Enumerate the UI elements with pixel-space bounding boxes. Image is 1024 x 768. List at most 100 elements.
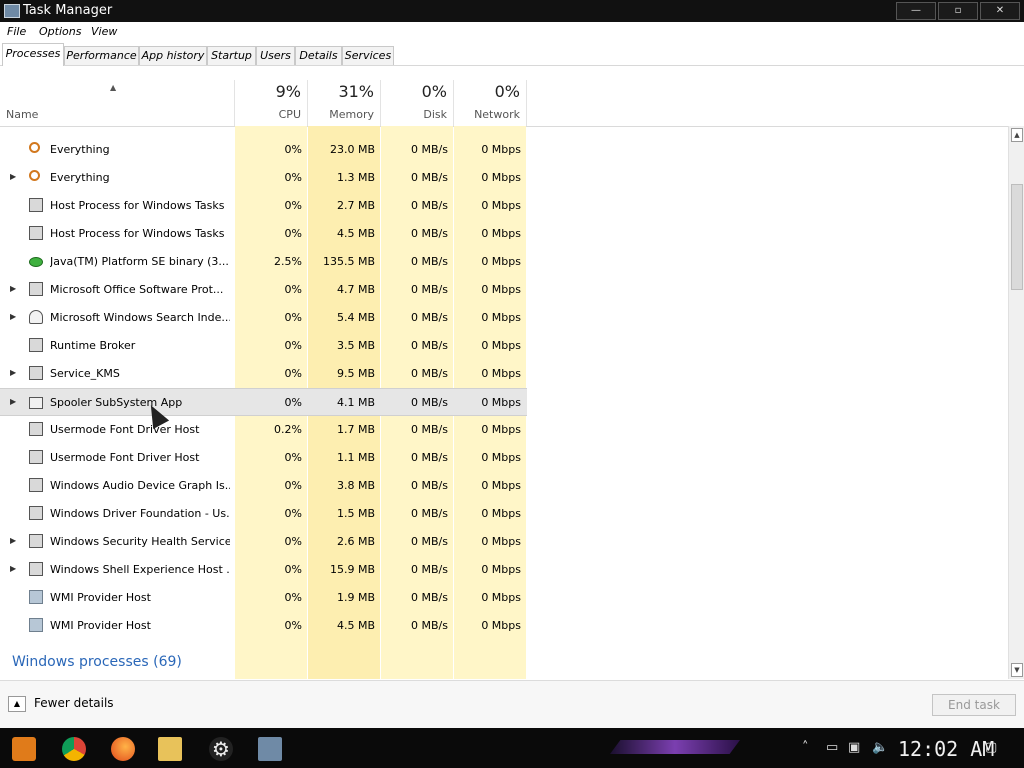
expand-arrow-icon[interactable]: ▶ (10, 312, 16, 321)
process-row[interactable]: Host Process for Windows Tasks 0% 2.7 MB 0 … (0, 192, 527, 220)
disk-value: 0 MB/s (411, 143, 448, 156)
task-manager-icon (4, 4, 20, 18)
chrome-icon[interactable] (62, 737, 86, 761)
process-row[interactable]: Windows Audio Device Graph Is... 0% 3.8 MB… (0, 472, 527, 500)
disk-value: 0 MB/s (411, 311, 448, 324)
expand-arrow-icon[interactable]: ▶ (10, 536, 16, 545)
disk-value: 0 MB/s (411, 171, 448, 184)
minimize-button[interactable]: — (896, 2, 936, 20)
process-row[interactable]: Usermode Font Driver Host 0% 1.1 MB 0 MB/s 0… (0, 444, 527, 472)
column-header-cpu[interactable]: 9% CPU (234, 80, 307, 126)
tab-performance[interactable]: Performance (64, 46, 139, 65)
cpu-value: 0% (284, 311, 302, 324)
tab-services[interactable]: Services (342, 46, 394, 65)
memory-value: 1.5 MB (336, 507, 375, 520)
process-row[interactable]: ▶ Service_KMS 0% 9.5 MB 0 MB/s 0 Mbps (0, 360, 527, 388)
process-row[interactable]: ▶ Windows Shell Experience Host ... 0% 15.9… (0, 556, 527, 584)
process-name: Windows Security Health Service (50, 535, 230, 548)
process-row[interactable]: Host Process for Windows Tasks 0% 4.5 MB 0 … (0, 220, 527, 248)
tab-startup[interactable]: Startup (207, 46, 256, 65)
process-row[interactable]: ▶ Microsoft Windows Search Inde... 0% 5.4 M… (0, 304, 527, 332)
column-header-memory[interactable]: 31% Memory (307, 80, 380, 126)
column-header-disk[interactable]: 0% Disk (380, 80, 453, 126)
process-name: Service_KMS (50, 367, 120, 380)
tab-app-history[interactable]: App history (139, 46, 207, 65)
process-row[interactable]: ▶ Spooler SubSystem App 0% 4.1 MB 0 MB/s 0 Mb… (0, 388, 527, 416)
settings-icon[interactable]: ⚙ (209, 737, 233, 761)
scroll-thumb[interactable] (1011, 184, 1023, 290)
window-title: Task Manager (23, 3, 113, 18)
menu-file[interactable]: File (7, 25, 26, 38)
disk-value: 0 MB/s (411, 563, 448, 576)
process-name: Java(TM) Platform SE binary (3... (50, 255, 229, 268)
scroll-down-icon[interactable]: ▼ (1011, 663, 1023, 677)
clock[interactable]: 12:02 AM (898, 737, 994, 761)
disk-value: 0 MB/s (411, 283, 448, 296)
process-row[interactable]: Usermode Font Driver Host 0.2% 1.7 MB 0 MB/… (0, 416, 527, 444)
expand-arrow-icon[interactable]: ▶ (10, 368, 16, 377)
tab-strip: Processes Performance App history Startu… (0, 41, 1024, 66)
disk-value: 0 MB/s (411, 535, 448, 548)
process-name: Windows Driver Foundation - Us... (50, 507, 230, 520)
network-value: 0 Mbps (481, 423, 521, 436)
process-row[interactable]: WMI Provider Host 0% 4.5 MB 0 MB/s 0 Mbps (0, 612, 527, 640)
cpu-value: 0% (284, 563, 302, 576)
disk-value: 0 MB/s (411, 199, 448, 212)
app-icon (29, 198, 43, 212)
close-button[interactable]: ✕ (980, 2, 1020, 20)
process-row[interactable]: ▶ Everything 0% 1.3 MB 0 MB/s 0 Mbps (0, 164, 527, 192)
process-row[interactable]: ▶ Microsoft Office Software Prot... 0% 4.7 … (0, 276, 527, 304)
network-value: 0 Mbps (481, 507, 521, 520)
chevron-up-icon[interactable]: ▲ (8, 696, 26, 712)
column-header-network[interactable]: 0% Network (453, 80, 527, 126)
volume-icon[interactable]: 🔈 (872, 740, 888, 755)
expand-arrow-icon[interactable]: ▶ (10, 172, 16, 181)
memory-value: 4.1 MB (336, 396, 375, 409)
network-total: 0% (494, 82, 520, 101)
process-row[interactable]: Everything 0% 23.0 MB 0 MB/s 0 Mbps (0, 136, 527, 164)
tablet-icon[interactable]: ▭ (826, 740, 838, 755)
memory-value: 3.8 MB (336, 479, 375, 492)
tray-expand-icon[interactable]: ˄ (802, 740, 809, 755)
expand-arrow-icon[interactable]: ▶ (10, 284, 16, 293)
end-task-button[interactable]: End task (932, 694, 1016, 716)
windows-processes-group[interactable]: Windows processes (69) (12, 654, 182, 670)
scroll-up-icon[interactable]: ▲ (1011, 128, 1023, 142)
disk-value: 0 MB/s (411, 507, 448, 520)
menu-options[interactable]: Options (39, 25, 81, 38)
process-row[interactable]: Windows Driver Foundation - Us... 0% 1.5 M… (0, 500, 527, 528)
process-name: Everything (50, 171, 110, 184)
network-value: 0 Mbps (481, 143, 521, 156)
network-icon[interactable]: ▣ (848, 740, 860, 755)
tab-details[interactable]: Details (295, 46, 342, 65)
process-row[interactable]: WMI Provider Host 0% 1.9 MB 0 MB/s 0 Mbps (0, 584, 527, 612)
tab-users[interactable]: Users (256, 46, 295, 65)
column-header-name[interactable]: Name (6, 108, 38, 121)
expand-arrow-icon[interactable]: ▶ (10, 564, 16, 573)
menu-view[interactable]: View (91, 25, 117, 38)
start-icon[interactable] (12, 737, 36, 761)
process-name: Usermode Font Driver Host (50, 451, 200, 464)
action-center-icon[interactable]: ▢ (985, 740, 997, 755)
printer-icon (29, 397, 43, 409)
tab-processes[interactable]: Processes (2, 43, 64, 66)
app-icon (29, 534, 43, 548)
task-manager-taskbar-icon[interactable] (258, 737, 282, 761)
expand-arrow-icon[interactable]: ▶ (10, 397, 16, 406)
network-value: 0 Mbps (481, 591, 521, 604)
window-icon (29, 562, 43, 576)
memory-value: 2.6 MB (336, 535, 375, 548)
folder-icon[interactable] (158, 737, 182, 761)
process-row[interactable]: ▶ Windows Security Health Service 0% 2.6 MB… (0, 528, 527, 556)
disk-value: 0 MB/s (411, 451, 448, 464)
memory-value: 2.7 MB (336, 199, 375, 212)
memory-value: 23.0 MB (329, 143, 375, 156)
process-row[interactable]: Runtime Broker 0% 3.5 MB 0 MB/s 0 Mbps (0, 332, 527, 360)
disk-value: 0 MB/s (411, 619, 448, 632)
title-bar: Task Manager — ▫ ✕ (0, 0, 1024, 22)
process-row[interactable]: Java(TM) Platform SE binary (3... 2.5% 135… (0, 248, 527, 276)
fewer-details-link[interactable]: Fewer details (34, 696, 114, 710)
vertical-scrollbar[interactable]: ▲ ▼ (1008, 126, 1024, 679)
maximize-button[interactable]: ▫ (938, 2, 978, 20)
firefox-icon[interactable] (111, 737, 135, 761)
